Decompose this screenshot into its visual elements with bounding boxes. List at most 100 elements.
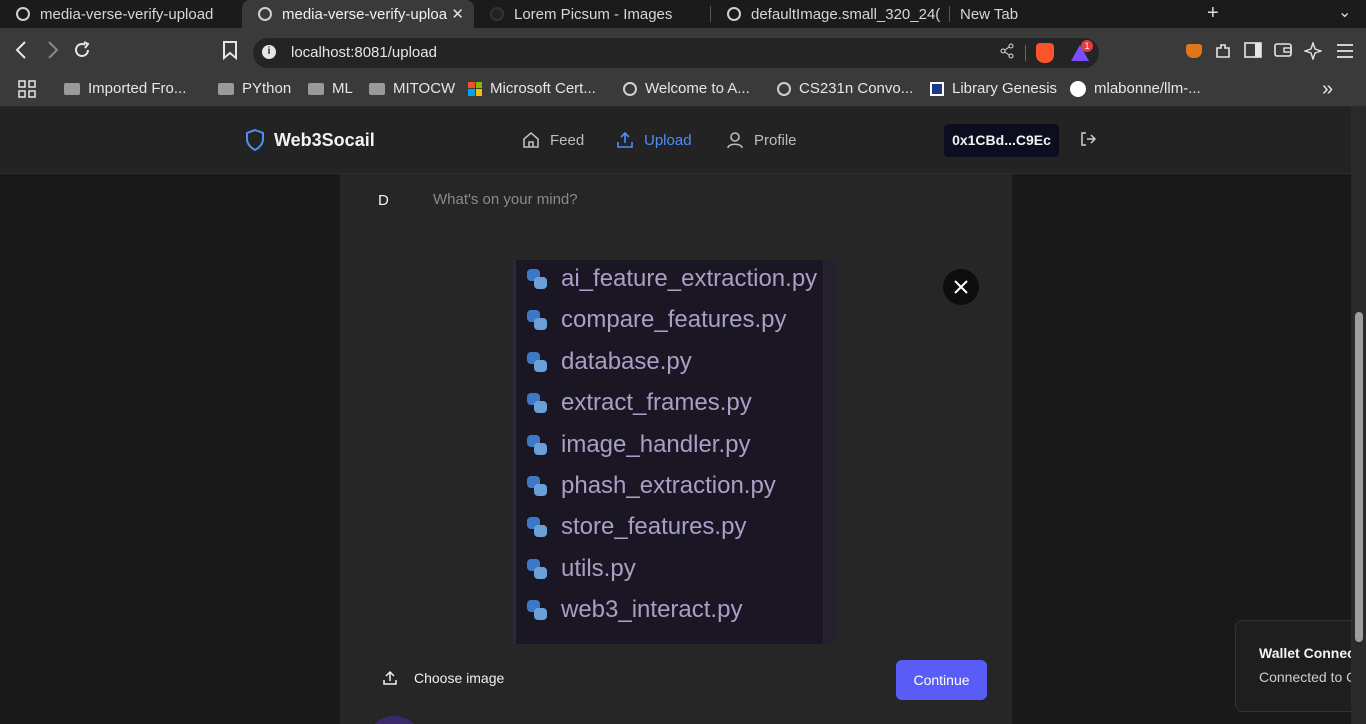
bookmark-python[interactable]: PYthon (218, 80, 291, 97)
globe-icon (777, 81, 791, 96)
bookmark-libgen[interactable]: Library Genesis (930, 80, 1057, 97)
share-icon[interactable] (999, 43, 1015, 64)
continue-button[interactable]: Continue (896, 660, 987, 700)
remove-image-button[interactable] (943, 269, 979, 305)
file-name: extract_frames.py (561, 389, 752, 416)
file-name: store_features.py (561, 513, 747, 540)
bookmark-label: mlabonne/llm-... (1094, 80, 1201, 97)
site-info-icon[interactable]: i (262, 45, 276, 59)
close-tab-icon[interactable]: ✕ (451, 5, 464, 23)
upload-icon (617, 131, 633, 148)
next-element-peek (366, 716, 422, 724)
toast-title: Wallet Connec (1259, 645, 1355, 661)
library-genesis-icon (930, 81, 944, 96)
python-icon (527, 476, 547, 496)
folder-icon (369, 82, 385, 95)
bookmark-ml[interactable]: ML (308, 80, 353, 97)
url-text[interactable]: localhost:8081/upload (291, 44, 437, 61)
nav-profile[interactable]: Profile (726, 131, 797, 149)
file-name: compare_features.py (561, 306, 787, 333)
tab-title: media-verse-verify-upload (40, 5, 214, 23)
home-icon (523, 131, 539, 148)
python-icon (527, 352, 547, 372)
browser-tab[interactable]: Lorem Picsum - Images (474, 0, 710, 28)
file-name: ai_feature_extraction.py (561, 265, 818, 292)
browser-tab[interactable]: New Tab (949, 6, 1149, 22)
bookmark-mitocw[interactable]: MITOCW (369, 80, 455, 97)
file-name: phash_extraction.py (561, 472, 776, 499)
preview-file-row: compare_features.py (527, 306, 786, 334)
leo-ai-icon[interactable] (1302, 40, 1324, 65)
preview-file-row: image_handler.py (527, 431, 750, 459)
python-icon (527, 393, 547, 413)
tab-list-chevron-icon[interactable]: ⌄ (1338, 2, 1351, 22)
folder-icon (64, 82, 80, 95)
file-name: image_handler.py (561, 431, 751, 458)
tab-title: Lorem Picsum - Images (514, 5, 673, 23)
preview-file-row: utils.py (527, 555, 636, 583)
more-bookmarks-icon[interactable]: » (1322, 78, 1333, 101)
github-icon (1070, 80, 1086, 97)
wallet-icon[interactable] (1274, 42, 1292, 63)
app-header: Web3Socail Feed Upload Profile 0x1CBd...… (0, 107, 1351, 174)
bookmark-welcome[interactable]: Welcome to A... (623, 80, 750, 97)
bookmark-label: MITOCW (393, 80, 456, 97)
choose-image-button[interactable]: Choose image (382, 670, 504, 686)
bookmark-microsoft[interactable]: Microsoft Cert... (468, 80, 596, 97)
menu-icon[interactable] (1336, 42, 1354, 63)
extensions-icon[interactable] (1214, 42, 1232, 65)
globe-icon (727, 7, 741, 21)
sidebar-icon[interactable] (1244, 42, 1262, 63)
nav-feed[interactable]: Feed (522, 131, 584, 149)
preview-file-row: database.py (527, 348, 692, 376)
browser-tab[interactable]: media-verse-verify-upload (0, 0, 238, 28)
wallet-address-button[interactable]: 0x1CBd...C9Ec (944, 124, 1059, 157)
browser-tab[interactable]: defaultImage.small_320_24( (711, 0, 943, 28)
browser-toolbar: i localhost:8081/upload 1 (0, 28, 1366, 76)
nav-upload[interactable]: Upload (616, 131, 692, 149)
scrollbar-thumb[interactable] (1355, 312, 1363, 642)
preview-file-row: store_features.py (527, 513, 746, 541)
python-icon (527, 517, 547, 537)
globe-icon (258, 7, 272, 21)
bookmark-label: ML (332, 80, 353, 97)
python-icon (527, 269, 547, 289)
choose-image-label: Choose image (414, 670, 505, 686)
brand-logo[interactable]: Web3Socail (246, 129, 375, 151)
image-preview: ai_feature_extraction.py compare_feature… (513, 260, 838, 644)
forward-icon[interactable] (46, 40, 60, 66)
post-text-input[interactable]: What's on your mind? (433, 191, 578, 208)
metamask-icon[interactable] (1186, 44, 1202, 58)
bookmark-label: Library Genesis (952, 80, 1058, 97)
wallet-toast[interactable]: Wallet Connec Connected to C (1235, 620, 1365, 712)
preview-file-row: phash_extraction.py (527, 472, 776, 500)
bookmark-github[interactable]: mlabonne/llm-... (1070, 80, 1201, 97)
address-bar[interactable]: i localhost:8081/upload 1 (253, 38, 1099, 68)
file-name: database.py (561, 348, 692, 375)
python-icon (527, 600, 547, 620)
bookmark-imported[interactable]: Imported Fro... (64, 80, 186, 97)
folder-icon (308, 82, 324, 95)
brand-name: Web3Socail (274, 129, 375, 150)
python-icon (527, 559, 547, 579)
globe-icon (623, 81, 637, 96)
bookmark-cs231n[interactable]: CS231n Convo... (777, 80, 913, 97)
avatar: D (378, 192, 389, 209)
browser-tab-active[interactable]: media-verse-verify-uploa ✕ (242, 0, 474, 28)
globe-icon (16, 7, 30, 21)
page-viewport: Web3Socail Feed Upload Profile 0x1CBd...… (0, 107, 1366, 724)
new-tab-icon[interactable]: + (1207, 2, 1219, 25)
upload-icon (383, 670, 397, 685)
python-icon (527, 435, 547, 455)
close-icon (954, 280, 968, 294)
page-scrollbar[interactable] (1351, 107, 1366, 724)
back-icon[interactable] (14, 40, 28, 66)
microsoft-icon (468, 81, 482, 96)
reload-icon[interactable] (72, 40, 92, 66)
tab-title: defaultImage.small_320_24( (751, 5, 941, 23)
logout-icon[interactable] (1080, 131, 1097, 152)
folder-icon (218, 82, 234, 95)
bookmark-icon[interactable] (222, 40, 238, 66)
apps-grid-icon[interactable] (18, 80, 36, 103)
brave-shields-icon[interactable] (1036, 43, 1054, 63)
